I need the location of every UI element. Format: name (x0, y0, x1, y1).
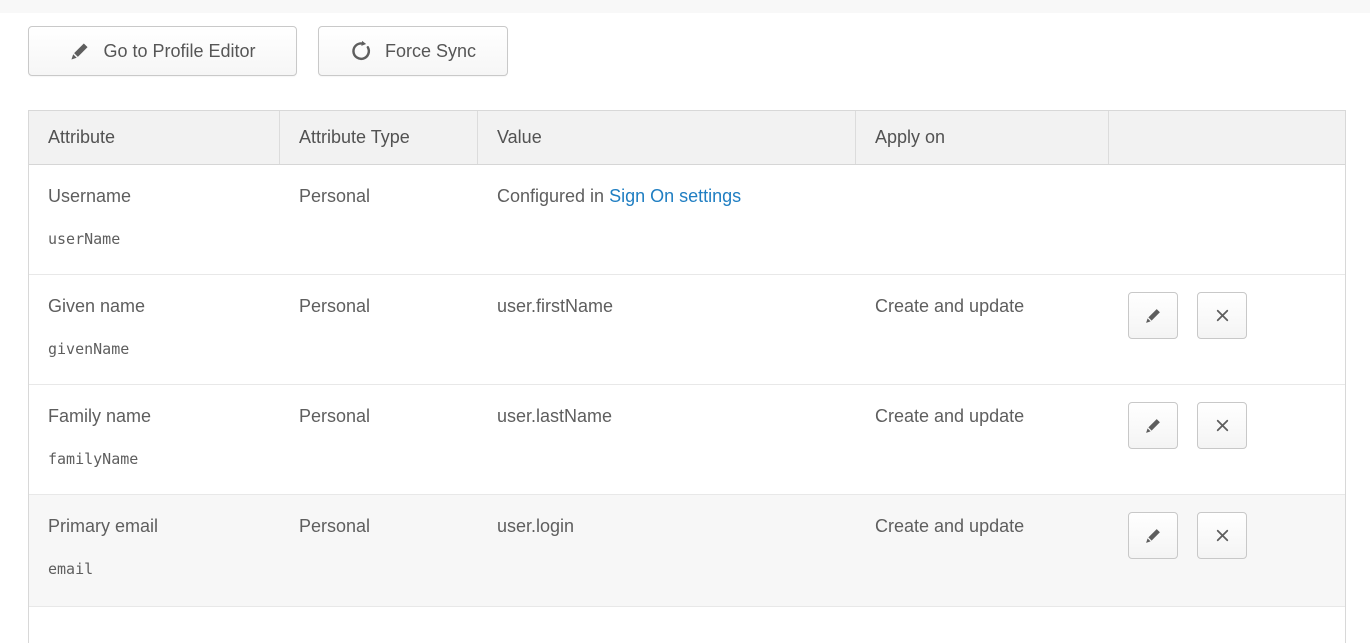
x-icon (1214, 527, 1231, 544)
column-header-actions (1109, 111, 1345, 164)
value-cell: user.lastName (478, 385, 856, 494)
attribute-cell: Given name givenName (29, 275, 280, 384)
remove-attribute-button[interactable] (1197, 402, 1247, 449)
force-sync-button[interactable]: Force Sync (318, 26, 508, 76)
value-text: Configured in (497, 186, 604, 206)
attribute-type-cell: Personal (280, 275, 478, 384)
table-row-partial (29, 607, 1345, 643)
apply-on-cell: Create and update (856, 495, 1109, 606)
x-icon (1214, 307, 1231, 324)
sign-on-settings-link[interactable]: Sign On settings (609, 186, 741, 206)
go-to-profile-editor-button[interactable]: Go to Profile Editor (28, 26, 297, 76)
pencil-icon (1144, 527, 1162, 545)
apply-on-cell (856, 165, 1109, 274)
attribute-label: Given name (48, 295, 270, 317)
attribute-cell: Username userName (29, 165, 280, 274)
attribute-cell: Family name familyName (29, 385, 280, 494)
attribute-type-cell: Personal (280, 165, 478, 274)
x-icon (1214, 417, 1231, 434)
value-cell: user.login (478, 495, 856, 606)
apply-on-cell: Create and update (856, 385, 1109, 494)
edit-attribute-button[interactable] (1128, 292, 1178, 339)
attribute-name: email (48, 558, 270, 580)
actions-cell (1109, 495, 1345, 606)
attribute-label: Primary email (48, 515, 270, 537)
column-header-attribute-type: Attribute Type (280, 111, 478, 164)
button-label: Force Sync (385, 41, 476, 62)
attribute-name: familyName (48, 448, 270, 470)
actions-cell (1109, 385, 1345, 494)
button-label: Go to Profile Editor (103, 41, 255, 62)
table-row: Family name familyName Personal user.las… (29, 385, 1345, 495)
pencil-icon (69, 41, 90, 62)
attribute-type-cell: Personal (280, 385, 478, 494)
pencil-icon (1144, 417, 1162, 435)
edit-attribute-button[interactable] (1128, 402, 1178, 449)
toolbar: Go to Profile Editor Force Sync (28, 26, 1370, 76)
remove-attribute-button[interactable] (1197, 292, 1247, 339)
apply-on-cell: Create and update (856, 275, 1109, 384)
attribute-name: givenName (48, 338, 270, 360)
actions-cell (1109, 275, 1345, 384)
table-row: Username userName Personal Configured in… (29, 165, 1345, 275)
column-header-value: Value (478, 111, 856, 164)
column-header-attribute: Attribute (29, 111, 280, 164)
attribute-mapping-table: Attribute Attribute Type Value Apply on … (28, 110, 1346, 643)
value-cell: user.firstName (478, 275, 856, 384)
refresh-icon (350, 40, 372, 62)
actions-cell (1109, 165, 1345, 274)
attribute-name: userName (48, 228, 270, 250)
column-header-apply-on: Apply on (856, 111, 1109, 164)
edit-attribute-button[interactable] (1128, 512, 1178, 559)
remove-attribute-button[interactable] (1197, 512, 1247, 559)
attribute-label: Username (48, 185, 270, 207)
value-cell: Configured inSign On settings (478, 165, 856, 274)
table-row: Given name givenName Personal user.first… (29, 275, 1345, 385)
attribute-type-cell: Personal (280, 495, 478, 606)
top-strip (0, 0, 1370, 13)
pencil-icon (1144, 307, 1162, 325)
table-row: Primary email email Personal user.login … (29, 495, 1345, 607)
table-header: Attribute Attribute Type Value Apply on (29, 111, 1345, 165)
attribute-cell: Primary email email (29, 495, 280, 606)
attribute-label: Family name (48, 405, 270, 427)
